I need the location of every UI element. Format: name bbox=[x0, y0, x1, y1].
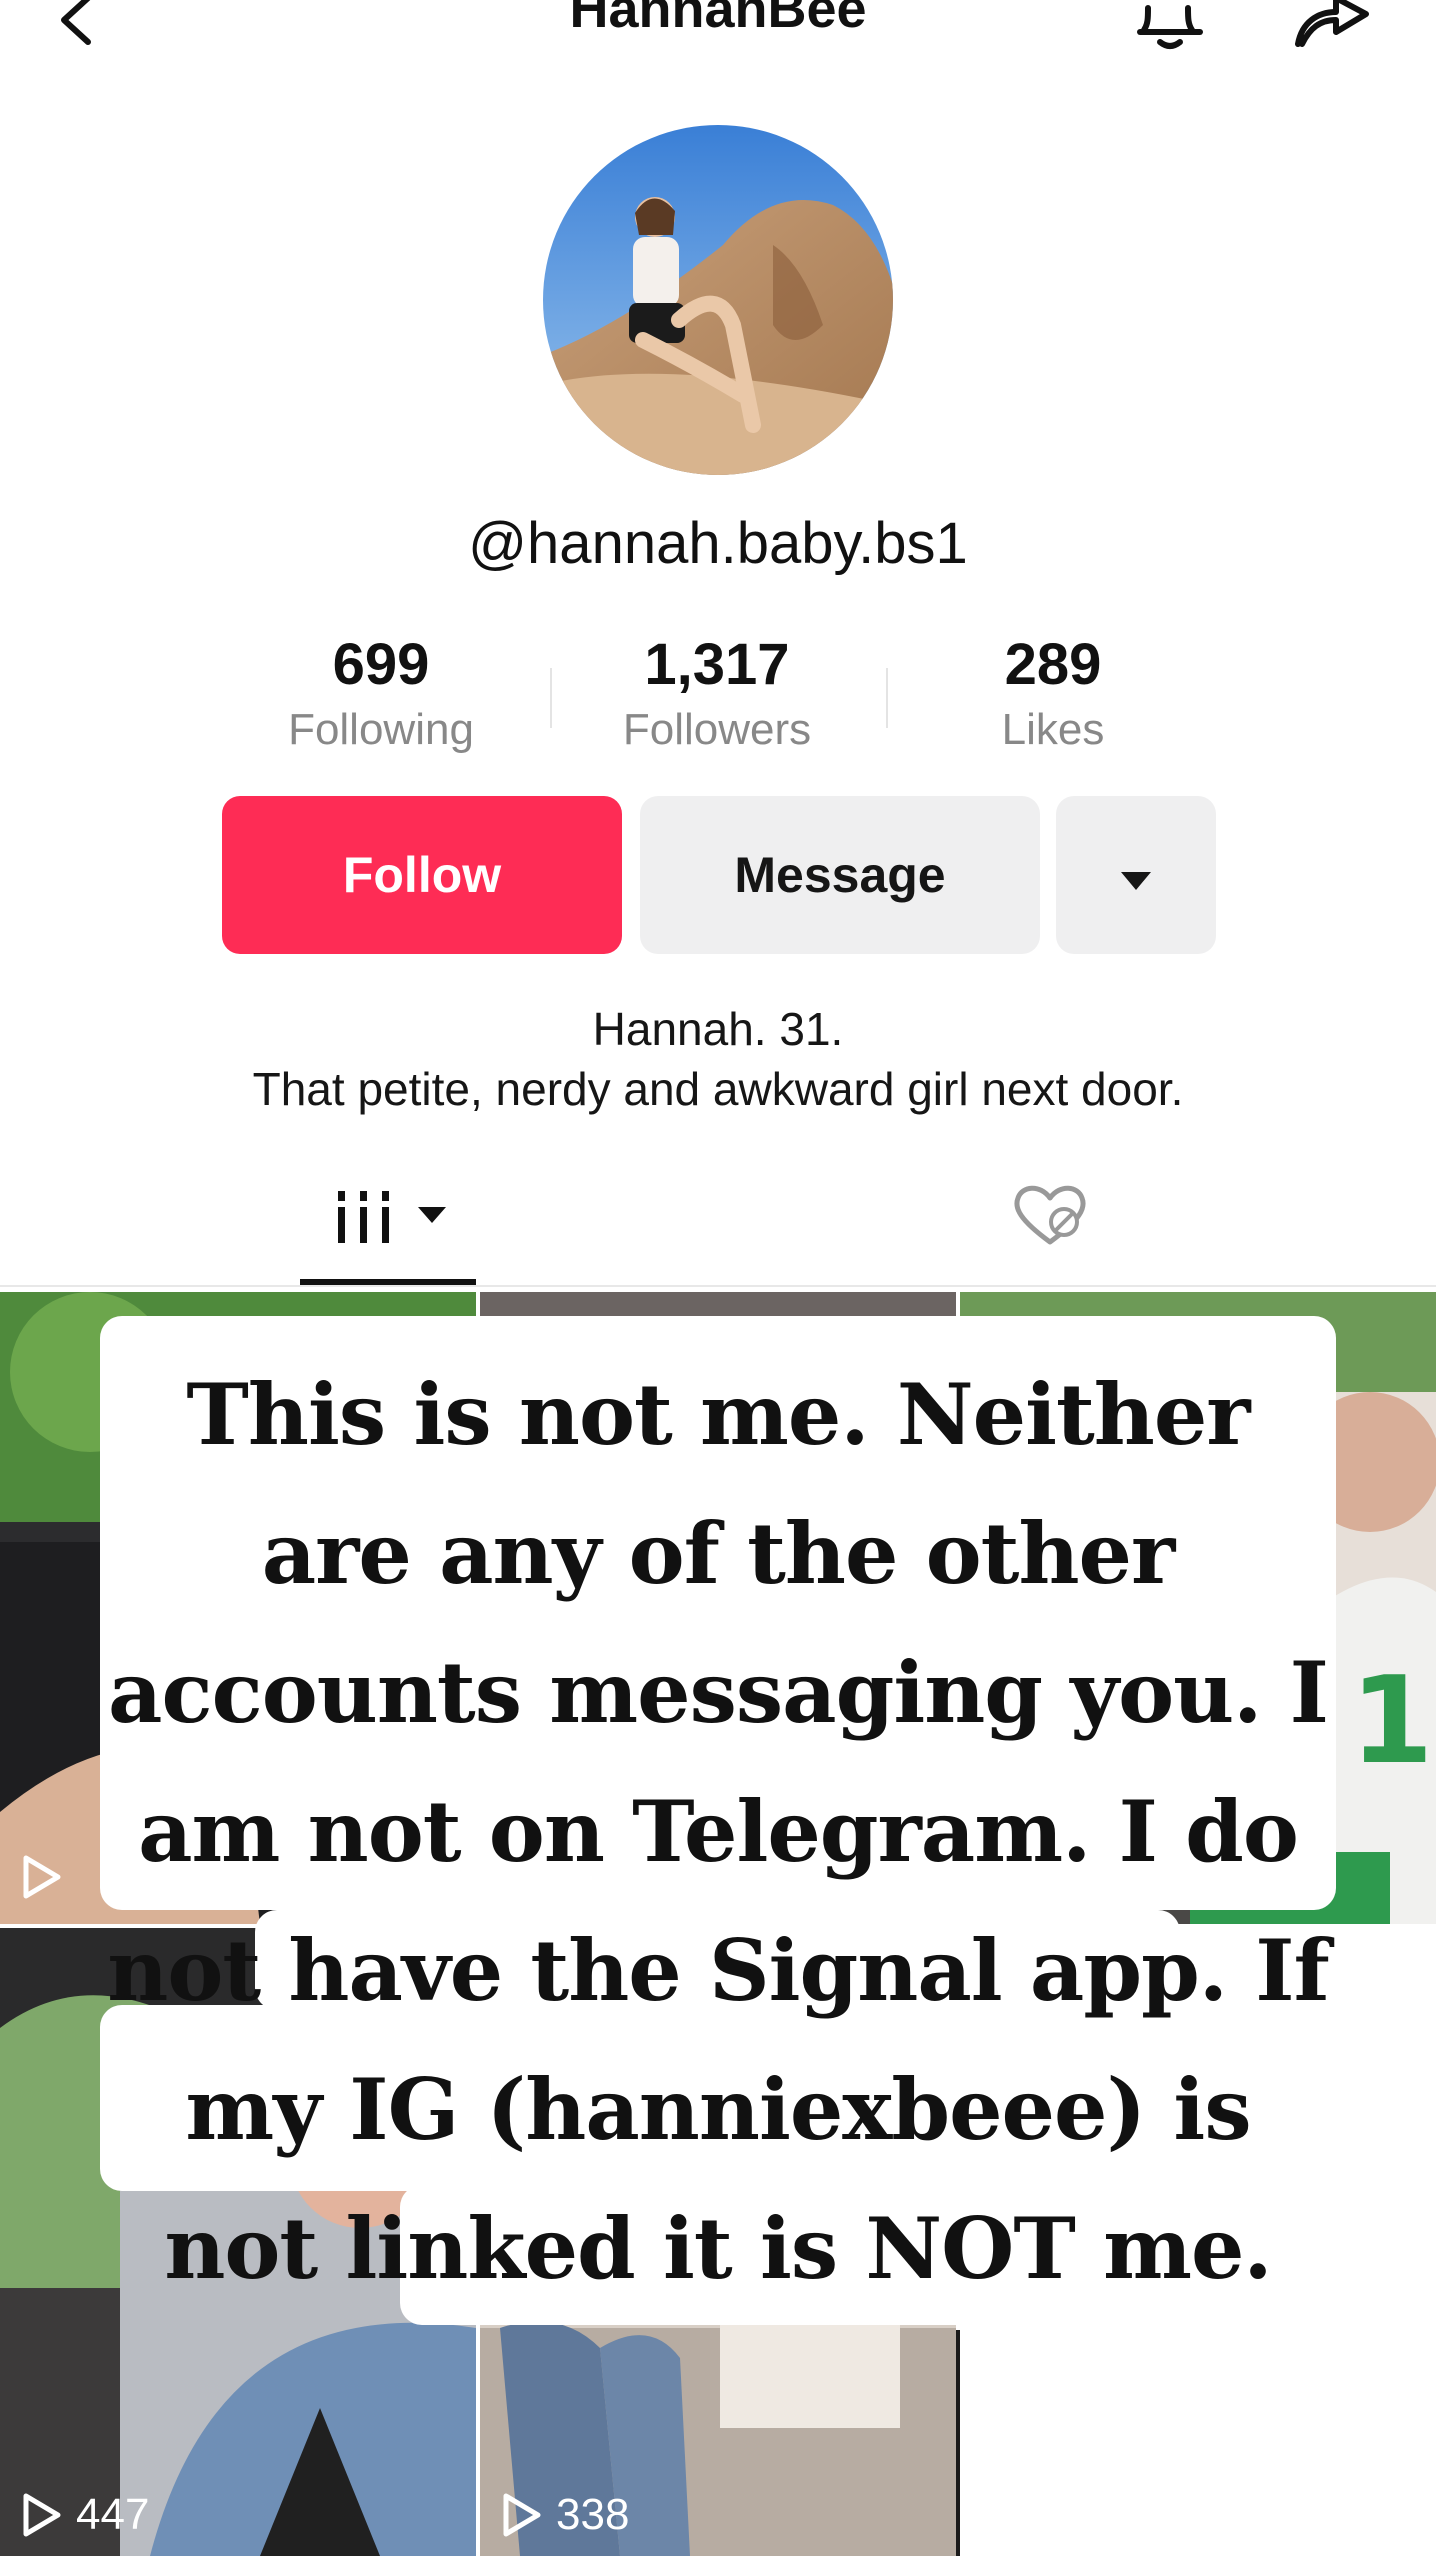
follow-button[interactable]: Follow bbox=[222, 796, 622, 954]
play-icon bbox=[503, 2493, 541, 2537]
tab-videos[interactable] bbox=[300, 1165, 476, 1285]
play-icon bbox=[23, 1855, 61, 1899]
stat-likes[interactable]: 289 Likes bbox=[893, 630, 1213, 760]
video-views bbox=[16, 1852, 66, 1907]
profile-handle: @hannah.baby.bs1 bbox=[468, 511, 968, 576]
more-options-button[interactable] bbox=[1056, 796, 1216, 954]
stat-divider bbox=[550, 668, 552, 728]
liked-hidden-icon bbox=[1010, 1185, 1090, 1254]
grid-edge bbox=[956, 2330, 960, 2556]
page-title: HannahBee bbox=[569, 0, 867, 39]
caret-down-icon bbox=[1119, 846, 1153, 904]
stat-following[interactable]: 699 Following bbox=[221, 630, 541, 760]
notice-text: This is not me. Neither are any of the o… bbox=[107, 1365, 1329, 2298]
svg-text:18: 18 bbox=[1350, 1652, 1436, 1791]
stat-divider bbox=[886, 668, 888, 728]
stat-label: Likes bbox=[1001, 705, 1105, 754]
video-views: 338 bbox=[496, 2490, 629, 2540]
view-count: 447 bbox=[76, 2490, 150, 2539]
bio-line-2: That petite, nerdy and awkward girl next… bbox=[252, 1063, 1184, 1115]
tab-liked[interactable] bbox=[1010, 1180, 1090, 1250]
stat-followers[interactable]: 1,317 Followers bbox=[557, 630, 877, 760]
grid-icon bbox=[300, 1191, 476, 1269]
share-icon[interactable] bbox=[1288, 0, 1372, 56]
video-views: 447 bbox=[16, 2490, 149, 2540]
tab-divider bbox=[0, 1285, 1436, 1287]
stat-value: 1,317 bbox=[644, 632, 790, 697]
bio-line-1: Hannah. 31. bbox=[592, 1003, 844, 1055]
avatar[interactable] bbox=[543, 125, 893, 475]
play-icon bbox=[23, 2493, 61, 2537]
stat-label: Following bbox=[288, 705, 474, 754]
view-count: 338 bbox=[556, 2490, 630, 2539]
stat-value: 289 bbox=[1004, 632, 1102, 697]
message-button[interactable]: Message bbox=[640, 796, 1040, 954]
stat-label: Followers bbox=[622, 705, 812, 754]
stat-value: 699 bbox=[332, 632, 430, 697]
bell-icon[interactable] bbox=[1130, 0, 1210, 60]
